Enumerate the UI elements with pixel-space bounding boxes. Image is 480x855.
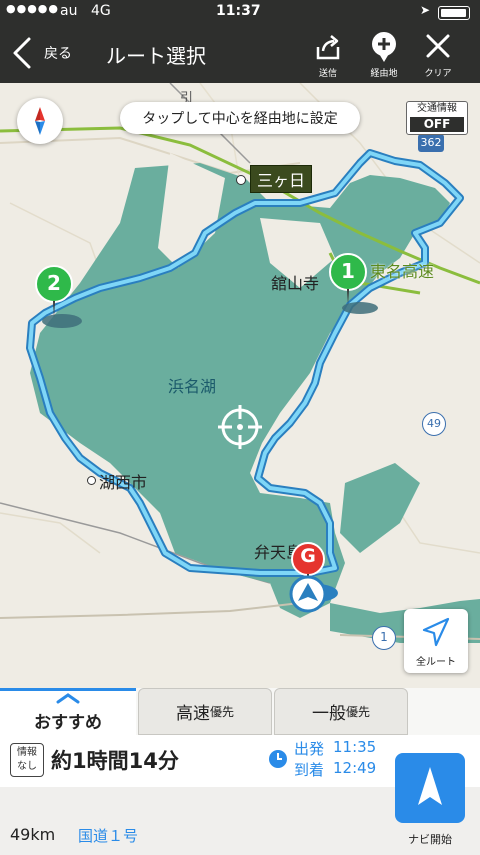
route-distance: 49km xyxy=(10,825,56,844)
tap-hint-tooltip: タップして中心を経由地に設定 xyxy=(120,102,360,134)
carrier: au xyxy=(60,3,78,19)
depart-label: 出発 xyxy=(294,740,325,758)
add-waypoint-button[interactable]: 経由地 xyxy=(362,31,406,79)
route-shield-49: 49 xyxy=(422,412,446,436)
clear-button[interactable]: クリア xyxy=(416,31,460,79)
tab-recommended-label: おすすめ xyxy=(34,712,102,733)
arrive-label: 到着 xyxy=(294,761,325,779)
depart-time: 11:35 xyxy=(333,738,377,756)
map-label-mikkabi: 三ヶ日 xyxy=(250,165,313,193)
page-title: ルート選択 xyxy=(106,44,206,68)
info-badge: 情報 なし xyxy=(10,743,44,777)
clear-label: クリア xyxy=(424,69,452,79)
tab-expressway-label: 高速 xyxy=(175,704,210,724)
clock-icon xyxy=(269,750,287,768)
full-route-label: 全ルート xyxy=(416,657,456,668)
arrive-time: 12:49 xyxy=(333,759,377,777)
tab-expressway-suffix: 優先 xyxy=(209,705,234,719)
city-marker xyxy=(87,476,96,485)
traffic-state: OFF xyxy=(410,117,464,132)
map-canvas xyxy=(0,83,480,643)
goal-label: G xyxy=(300,545,316,567)
route-road-name: 国道１号 xyxy=(78,827,139,845)
waypoint-pin-2-label: 2 xyxy=(47,271,61,295)
start-navigation-label: ナビ開始 xyxy=(408,833,452,846)
map-label-lake: 浜名湖 xyxy=(168,377,217,396)
share-label: 送信 xyxy=(318,69,337,79)
back-label: 戻る xyxy=(44,46,72,62)
map-label-kanzanji: 舘山寺 xyxy=(271,274,320,293)
navigation-arrow-icon xyxy=(418,767,442,805)
route-shield-362: 362 xyxy=(418,134,444,152)
tab-expressway[interactable]: 高速 優先 xyxy=(138,688,272,735)
tab-local-label: 一般 xyxy=(311,704,346,724)
share-button[interactable]: 送信 xyxy=(306,31,350,79)
signal-strength: ●●●●● xyxy=(6,2,59,15)
route-map[interactable]: 引 三ヶ日 舘山寺 東名高速 浜名湖 湖西市 弁天島 362 49 1 タップし… xyxy=(0,83,480,688)
add-waypoint-label: 経由地 xyxy=(370,69,398,79)
battery-icon xyxy=(438,6,470,20)
map-label-expressway: 東名高速 xyxy=(370,262,435,281)
goal-pin[interactable]: G xyxy=(284,541,332,613)
share-icon xyxy=(316,35,340,60)
compass-button[interactable] xyxy=(17,98,63,144)
route-summary: 情報 なし 約1時間14分 出発 11:35 到着 12:49 49km 国道１… xyxy=(0,735,480,855)
tab-local-suffix: 優先 xyxy=(345,705,370,719)
route-option-tabs: おすすめ 高速 優先 一般 優先 xyxy=(0,688,480,735)
town-marker xyxy=(236,175,246,185)
network-type: 4G xyxy=(91,3,111,19)
route-duration: 約1時間14分 xyxy=(51,749,179,773)
waypoint-pin-1-label: 1 xyxy=(341,259,355,283)
chevron-left-icon xyxy=(13,37,31,69)
clock: 11:37 xyxy=(216,3,261,19)
tab-local[interactable]: 一般 優先 xyxy=(274,688,408,735)
nav-bar: 戻る ルート選択 送信 経由地 クリア xyxy=(0,25,480,83)
traffic-title: 交通情報 xyxy=(417,103,457,114)
route-shield-1: 1 xyxy=(372,626,396,650)
tap-hint-text: タップして中心を経由地に設定 xyxy=(142,111,338,127)
start-navigation-button[interactable] xyxy=(395,753,465,823)
close-icon xyxy=(426,34,450,58)
waypoint-pin-1[interactable]: 1 xyxy=(328,253,368,305)
waypoint-pin-2[interactable]: 2 xyxy=(34,265,74,317)
navigation-arrow-icon xyxy=(422,617,450,647)
status-bar: ●●●●● au 4G 11:37 ➤ xyxy=(0,0,480,25)
map-label-kosai: 湖西市 xyxy=(99,473,148,492)
back-button[interactable]: 戻る xyxy=(10,31,90,75)
compass-icon xyxy=(35,107,45,135)
full-route-button[interactable]: 全ルート xyxy=(404,609,468,673)
crosshair-icon xyxy=(218,405,262,449)
tab-recommended[interactable]: おすすめ xyxy=(0,688,136,735)
chevron-up-icon xyxy=(56,693,80,704)
location-arrow-icon: ➤ xyxy=(420,3,431,17)
traffic-toggle[interactable]: 交通情報 OFF xyxy=(406,101,468,135)
add-waypoint-icon xyxy=(372,32,396,62)
